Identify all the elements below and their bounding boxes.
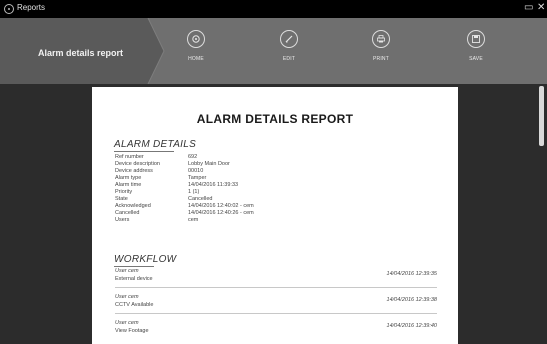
home-button[interactable]: HOME bbox=[166, 30, 226, 74]
vertical-scrollbar[interactable] bbox=[539, 86, 544, 146]
save-button[interactable]: SAVE bbox=[446, 30, 506, 74]
details-heading: ALARM DETAILS bbox=[114, 139, 197, 150]
edit-button[interactable]: EDIT bbox=[259, 30, 319, 74]
breadcrumb-label: Alarm details report bbox=[38, 48, 124, 58]
window-title: Reports bbox=[17, 3, 46, 12]
print-icon bbox=[372, 30, 390, 48]
workflow-user: User cem bbox=[115, 320, 139, 326]
print-button[interactable]: PRINT bbox=[351, 30, 411, 74]
workflow-user: User cem bbox=[115, 268, 139, 274]
save-icon bbox=[467, 30, 485, 48]
workflow-action: CCTV Available bbox=[115, 302, 154, 308]
app-icon bbox=[4, 4, 14, 14]
report-title: ALARM DETAILS REPORT bbox=[196, 112, 354, 126]
workflow-heading: WORKFLOW bbox=[114, 254, 177, 265]
minimize-button[interactable]: ▭ bbox=[524, 2, 533, 14]
workflow-user: User cem bbox=[115, 294, 139, 300]
edit-icon bbox=[280, 30, 298, 48]
close-button[interactable]: ✕ bbox=[537, 2, 545, 14]
title-bar: Reports ▭ ✕ bbox=[0, 0, 547, 18]
edit-label: EDIT bbox=[282, 56, 296, 62]
workflow-action: External device bbox=[115, 276, 153, 282]
home-icon bbox=[187, 30, 205, 48]
workflow-divider bbox=[115, 287, 437, 288]
workflow-action: View Footage bbox=[115, 328, 149, 334]
save-label: SAVE bbox=[469, 56, 483, 62]
details-underline bbox=[114, 151, 174, 152]
home-label: HOME bbox=[188, 56, 204, 62]
workflow-time: 14/04/2016 12:39:40 bbox=[386, 323, 437, 329]
toolbar: Alarm details report HOME EDIT PRINT SAV… bbox=[0, 18, 547, 84]
workflow-time: 14/04/2016 12:39:35 bbox=[386, 271, 437, 277]
report-page: ALARM DETAILS REPORT ALARM DETAILS Ref n… bbox=[92, 87, 458, 344]
workflow-item: User cem View Footage 14/04/2016 12:39:4… bbox=[115, 320, 437, 344]
workflow-divider bbox=[115, 313, 437, 314]
breadcrumb: Alarm details report bbox=[0, 18, 166, 84]
workflow-item: User cem External device 14/04/2016 12:3… bbox=[115, 268, 437, 296]
workflow-time: 14/04/2016 12:39:38 bbox=[386, 297, 437, 303]
print-label: PRINT bbox=[373, 56, 389, 62]
workflow-underline bbox=[114, 266, 154, 267]
workflow-item: User cem CCTV Available 14/04/2016 12:39… bbox=[115, 294, 437, 322]
